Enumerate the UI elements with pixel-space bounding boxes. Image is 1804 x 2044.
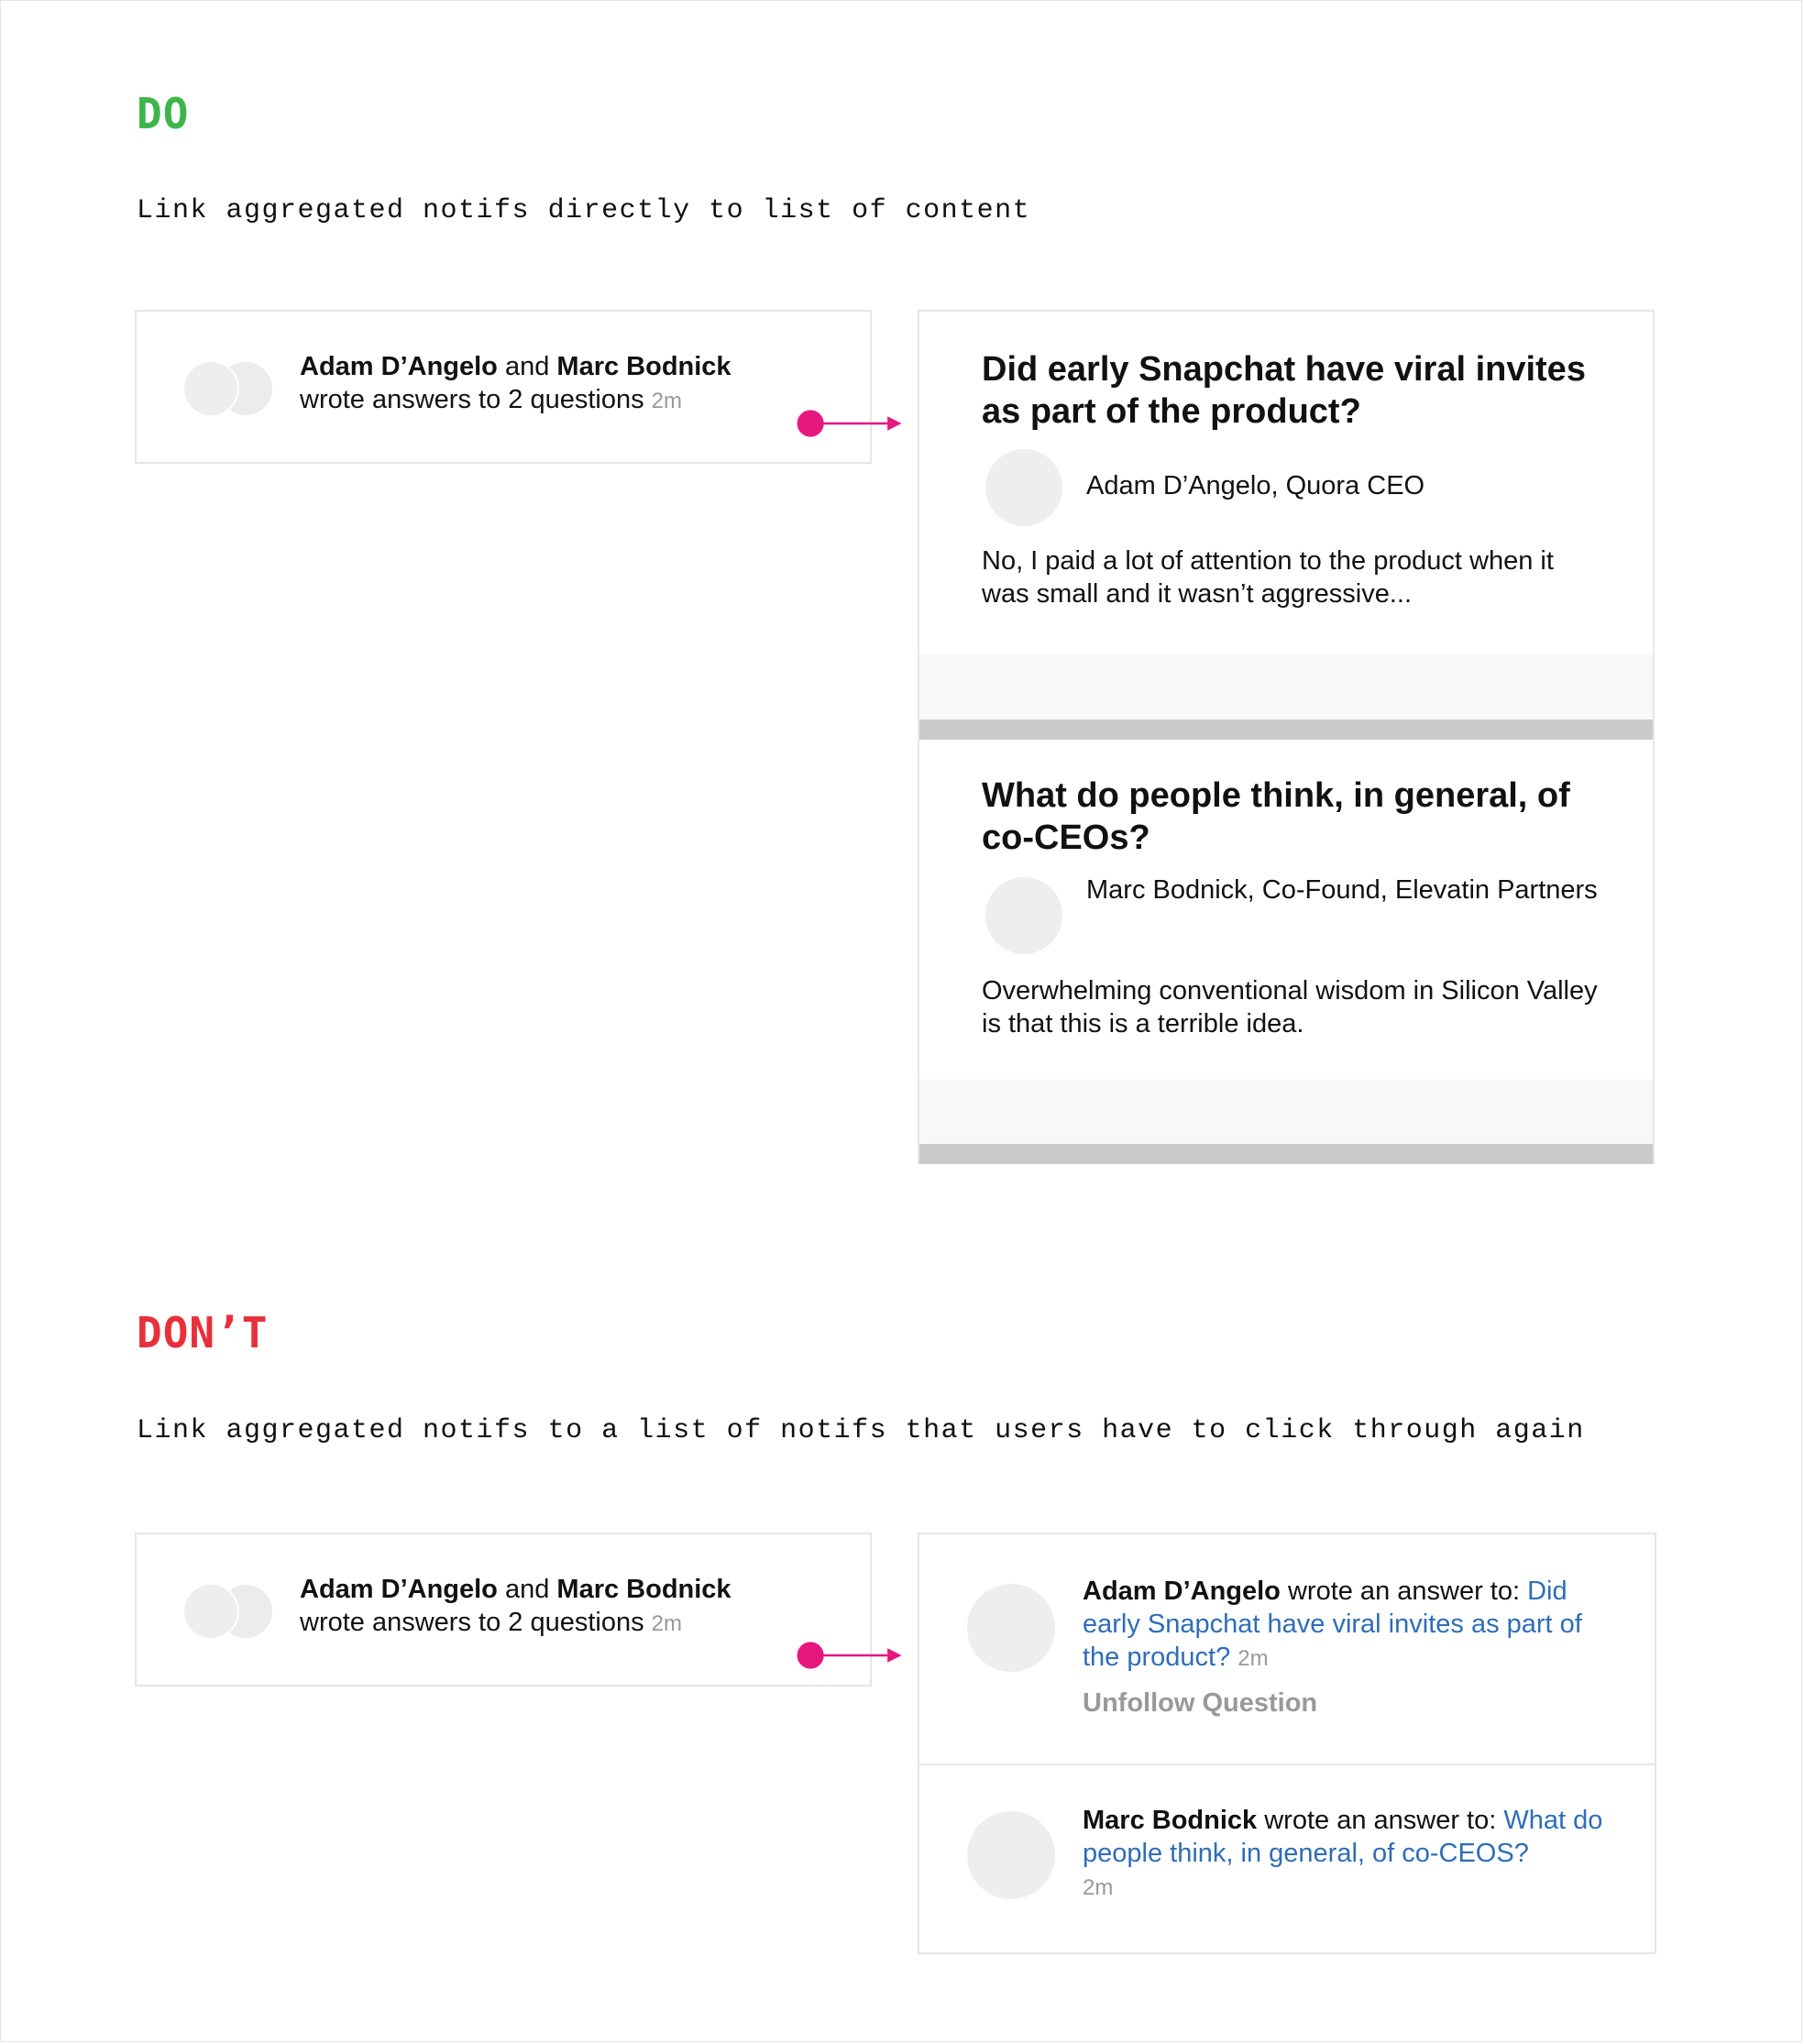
avatar (985, 877, 1062, 954)
timestamp: 2m (651, 389, 682, 413)
question-footer (919, 1080, 1653, 1146)
divider (919, 720, 1653, 740)
timestamp: 2m (1083, 1875, 1114, 1900)
user-name[interactable]: Adam D’Angelo (1083, 1577, 1281, 1606)
notification-action: wrote answers to 2 questions (300, 1608, 644, 1637)
avatar (182, 360, 239, 417)
user-name[interactable]: Marc Bodnick (1083, 1806, 1257, 1835)
divider (919, 1144, 1653, 1164)
question-footer (919, 654, 1653, 720)
notification-list-panel: Adam D’Angelo wrote an answer to: Did ea… (918, 1533, 1656, 1954)
user-name[interactable]: Adam D’Angelo (300, 1575, 498, 1604)
dont-heading: DON’T (137, 1308, 269, 1357)
user-name[interactable]: Adam D’Angelo (300, 352, 498, 381)
question-title[interactable]: Did early Snapchat have viral invites as… (982, 348, 1605, 433)
answer-author[interactable]: Marc Bodnick, Co-Found, Elevatin Partner… (1086, 874, 1600, 907)
user-name[interactable]: Marc Bodnick (556, 1575, 731, 1604)
notification-text: Adam D’Angelo and Marc Bodnick wrote ans… (300, 350, 732, 418)
aggregated-notification[interactable]: Adam D’Angelo and Marc Bodnick wrote ans… (135, 1533, 872, 1687)
notification-text: Adam D’Angelo and Marc Bodnick wrote ans… (300, 1573, 732, 1641)
joiner: and (497, 352, 557, 381)
do-heading: DO (137, 89, 190, 138)
timestamp: 2m (1238, 1646, 1269, 1671)
timestamp: 2m (651, 1611, 682, 1636)
joiner: and (497, 1575, 557, 1604)
avatar (967, 1584, 1055, 1672)
user-name[interactable]: Marc Bodnick (556, 352, 731, 381)
avatar (985, 449, 1062, 526)
notification-list-item[interactable]: Adam D’Angelo wrote an answer to: Did ea… (919, 1534, 1655, 1764)
answer-author[interactable]: Adam D’Angelo, Quora CEO (1086, 469, 1600, 502)
question-list-panel: Did early Snapchat have viral invites as… (918, 310, 1655, 1164)
page: DO Link aggregated notifs directly to li… (0, 0, 1802, 2042)
notification-action: wrote an answer to: (1257, 1806, 1504, 1835)
notification-list-item[interactable]: Marc Bodnick wrote an answer to: What do… (919, 1765, 1655, 1949)
dont-caption: Link aggregated notifs to a list of noti… (137, 1415, 1585, 1446)
arrow-connector-icon (797, 410, 902, 437)
arrow-connector-icon (797, 1642, 902, 1669)
unfollow-question-button[interactable]: Unfollow Question (1083, 1688, 1317, 1719)
aggregated-notification[interactable]: Adam D’Angelo and Marc Bodnick wrote ans… (135, 310, 872, 464)
do-caption: Link aggregated notifs directly to list … (137, 195, 1031, 226)
avatar-stack (182, 1583, 274, 1640)
answer-excerpt: Overwhelming conventional wisdom in Sili… (982, 976, 1598, 1038)
avatar (182, 1583, 239, 1640)
avatar-stack (182, 360, 274, 417)
notification-action: wrote an answer to: (1280, 1577, 1528, 1606)
question-title[interactable]: What do people think, in general, of co-… (982, 775, 1605, 859)
notification-action: wrote answers to 2 questions (300, 385, 644, 414)
notification-text: Adam D’Angelo wrote an answer to: Did ea… (1083, 1575, 1623, 1676)
notification-text: Marc Bodnick wrote an answer to: What do… (1083, 1804, 1623, 1905)
avatar (967, 1811, 1055, 1899)
answer-excerpt: No, I paid a lot of attention to the pro… (982, 546, 1554, 609)
